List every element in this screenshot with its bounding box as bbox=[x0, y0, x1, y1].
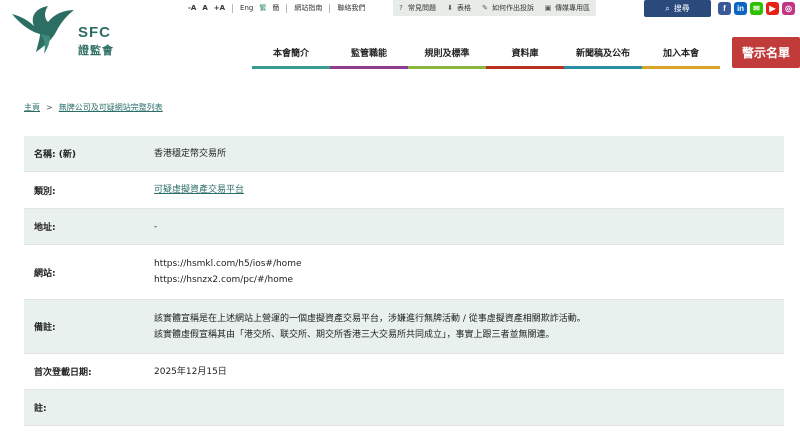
facebook-icon[interactable]: f bbox=[718, 2, 731, 15]
address-value: - bbox=[154, 209, 784, 244]
media-link[interactable]: ▣ 傳媒專用區 bbox=[544, 3, 590, 13]
nav-databases[interactable]: 資料庫 bbox=[486, 38, 564, 69]
nav-news[interactable]: 新聞稿及公布 bbox=[564, 38, 642, 69]
search-icon: ⌕ bbox=[665, 3, 670, 13]
breadcrumb-current[interactable]: 無牌公司及可疑網站完整列表 bbox=[59, 102, 163, 113]
complaint-link[interactable]: ✎ 如何作出投訴 bbox=[481, 3, 534, 13]
lang-english[interactable]: Eng bbox=[237, 4, 256, 12]
logo-text: SFC bbox=[78, 24, 111, 41]
name-value: 香港穩定幣交易所 bbox=[154, 136, 784, 171]
remarks-line-1: 該實體宣稱是在上述網站上營運的一個虛擬資產交易平台，涉嫌進行無牌活動 / 從事虛… bbox=[154, 313, 586, 324]
remarks-line-2: 該實體虛假宣稱其由「港交所、联交所、期交所香港三大交易所共同成立」，事實上跟三者… bbox=[154, 329, 555, 340]
breadcrumb: 主頁 > 無牌公司及可疑網站完整列表 bbox=[24, 102, 163, 113]
divider bbox=[329, 3, 331, 13]
website-label: 網站: bbox=[34, 268, 56, 279]
category-link[interactable]: 可疑虛擬資產交易平台 bbox=[154, 185, 244, 195]
remarks-value: 該實體宣稱是在上述網站上營運的一個虛擬資產交易平台，涉嫌進行無牌活動 / 從事虛… bbox=[154, 300, 784, 353]
main-nav: 本會簡介 監管職能 規則及標準 資料庫 新聞稿及公布 加入本會 bbox=[252, 38, 720, 69]
website-url-2: https://hsnzx2.com/pc/#/home bbox=[154, 275, 294, 285]
row-website: 網站: https://hsmkl.com/h5/ios#/home https… bbox=[24, 245, 784, 300]
row-first-published: 首次登載日期: 2025年12月15日 bbox=[24, 354, 784, 390]
name-label: 名稱: (新) bbox=[34, 150, 76, 160]
sfc-logo[interactable]: SFC 證監會 bbox=[10, 4, 120, 60]
note-value bbox=[154, 390, 784, 425]
row-note: 註: bbox=[24, 390, 784, 426]
complaint-label: 如何作出投訴 bbox=[492, 4, 534, 12]
forms-label: 表格 bbox=[457, 4, 471, 12]
website-value: https://hsmkl.com/h5/ios#/home https://h… bbox=[154, 245, 784, 299]
megaphone-icon: ✎ bbox=[482, 4, 488, 12]
breadcrumb-separator: > bbox=[46, 103, 53, 112]
row-category: 類別: 可疑虛擬資產交易平台 bbox=[24, 172, 784, 209]
lang-traditional-chinese[interactable]: 繁 bbox=[256, 3, 269, 13]
search-label: 搜尋 bbox=[673, 4, 690, 13]
lang-simplified-chinese[interactable]: 簡 bbox=[269, 3, 282, 13]
forms-link[interactable]: ⬇ 表格 bbox=[446, 3, 471, 13]
row-name: 名稱: (新) 香港穩定幣交易所 bbox=[24, 136, 784, 172]
search-button[interactable]: ⌕ 搜尋 bbox=[644, 0, 711, 17]
divider bbox=[232, 3, 234, 13]
linkedin-icon[interactable]: in bbox=[734, 2, 747, 15]
font-increase-button[interactable]: +A bbox=[211, 4, 228, 12]
nav-about[interactable]: 本會簡介 bbox=[252, 38, 330, 69]
name-text: 香港穩定幣交易所 bbox=[154, 148, 227, 159]
remarks-label: 備註: bbox=[34, 323, 56, 333]
instagram-icon[interactable]: ◎ bbox=[782, 2, 795, 15]
question-icon: ? bbox=[399, 4, 403, 12]
address-text: - bbox=[154, 221, 158, 232]
social-links: f in ✉ ▶ ◎ bbox=[718, 2, 798, 15]
category-label: 類別: bbox=[34, 186, 56, 197]
quick-links-bar: ? 常見問題 ⬇ 表格 ✎ 如何作出投訴 ▣ 傳媒專用區 bbox=[393, 0, 596, 16]
category-value: 可疑虛擬資產交易平台 bbox=[154, 172, 784, 208]
faq-link[interactable]: ? 常見問題 bbox=[397, 3, 436, 13]
note-label: 註: bbox=[34, 404, 47, 414]
image-icon: ▣ bbox=[544, 4, 552, 12]
alert-list-button[interactable]: 警示名單 bbox=[732, 37, 800, 68]
first-published-label: 首次登載日期: bbox=[34, 368, 92, 378]
nav-careers[interactable]: 加入本會 bbox=[642, 38, 720, 69]
site-map-link[interactable]: 網站指南 bbox=[291, 3, 325, 13]
row-address: 地址: - bbox=[24, 209, 784, 245]
breadcrumb-home[interactable]: 主頁 bbox=[24, 102, 40, 113]
media-label: 傳媒專用區 bbox=[555, 4, 590, 12]
nav-regulatory-functions[interactable]: 監管職能 bbox=[330, 38, 408, 69]
website-url-1: https://hsmkl.com/h5/ios#/home bbox=[154, 259, 302, 269]
font-normal-button[interactable]: A bbox=[199, 4, 210, 12]
font-decrease-button[interactable]: -A bbox=[185, 4, 199, 12]
download-icon: ⬇ bbox=[447, 4, 453, 12]
youtube-icon[interactable]: ▶ bbox=[766, 2, 779, 15]
nav-rules-standards[interactable]: 規則及標準 bbox=[408, 38, 486, 69]
first-published-date: 2025年12月15日 bbox=[154, 366, 227, 377]
contact-link[interactable]: 聯絡我們 bbox=[334, 3, 368, 13]
logo-chinese-text: 證監會 bbox=[78, 44, 114, 57]
row-remarks: 備註: 該實體宣稱是在上述網站上營運的一個虛擬資產交易平台，涉嫌進行無牌活動 /… bbox=[24, 300, 784, 354]
first-published-value: 2025年12月15日 bbox=[154, 354, 784, 389]
details-table: 名稱: (新) 香港穩定幣交易所 類別: 可疑虛擬資產交易平台 地址: - 網站… bbox=[24, 136, 784, 426]
divider bbox=[286, 3, 288, 13]
eagle-logo-icon bbox=[12, 6, 74, 54]
utility-bar: -A A +A Eng 繁 簡 網站指南 聯絡我們 bbox=[185, 0, 368, 16]
faq-label: 常見問題 bbox=[408, 4, 436, 12]
wechat-icon[interactable]: ✉ bbox=[750, 2, 763, 15]
address-label: 地址: bbox=[34, 223, 56, 233]
